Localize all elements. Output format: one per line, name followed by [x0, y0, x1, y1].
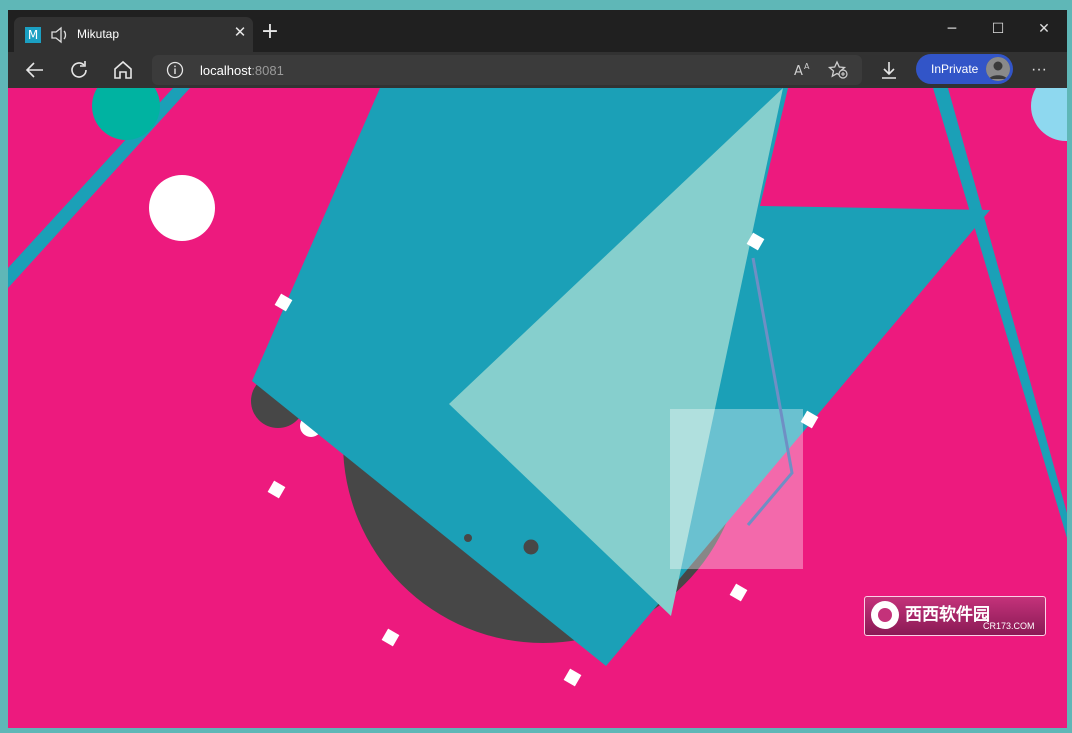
tab-mikutap[interactable]: M Mikutap ✕: [14, 17, 253, 52]
maximize-button[interactable]: ☐: [987, 18, 1009, 40]
svg-text:A: A: [804, 62, 810, 71]
read-aloud-icon[interactable]: A A: [792, 60, 814, 80]
watermark-title: 西西软件园: [905, 605, 990, 625]
speaker-icon[interactable]: [50, 26, 70, 44]
back-arrow-icon[interactable]: [23, 58, 47, 82]
toolbar: localhost:8081 A A InPrivate ···: [8, 52, 1067, 88]
address-bar[interactable]: localhost:8081 A A: [152, 55, 862, 85]
watermark-logo-icon: [871, 601, 899, 629]
reload-icon[interactable]: [67, 58, 91, 82]
new-tab-button[interactable]: +: [260, 21, 280, 43]
tab-title: Mikutap: [77, 27, 120, 41]
favicon-icon: M: [25, 27, 41, 43]
info-icon[interactable]: [166, 61, 184, 79]
home-icon[interactable]: [111, 58, 135, 82]
add-favorite-icon[interactable]: [827, 60, 849, 80]
svg-text:A: A: [794, 64, 803, 79]
avatar-icon: [986, 57, 1010, 81]
url-text[interactable]: localhost:8081: [200, 63, 284, 78]
minimize-button[interactable]: ─: [941, 18, 963, 40]
inprivate-button[interactable]: InPrivate: [916, 54, 1013, 84]
download-icon[interactable]: [877, 58, 901, 82]
translucent-square: [670, 409, 803, 569]
white-circle: [149, 175, 215, 241]
dot-small: [464, 534, 472, 542]
tab-bar: M Mikutap ✕ + ─ ☐ ✕: [8, 10, 1067, 52]
close-window-button[interactable]: ✕: [1033, 18, 1055, 40]
inprivate-label: InPrivate: [931, 62, 979, 76]
dot-medium: [523, 539, 539, 555]
watermark-badge: 西西软件园 CR173.COM: [864, 596, 1046, 636]
more-menu-button[interactable]: ···: [1028, 58, 1050, 82]
tab-close-icon[interactable]: ✕: [232, 25, 248, 41]
watermark-url: CR173.COM: [983, 621, 1035, 631]
